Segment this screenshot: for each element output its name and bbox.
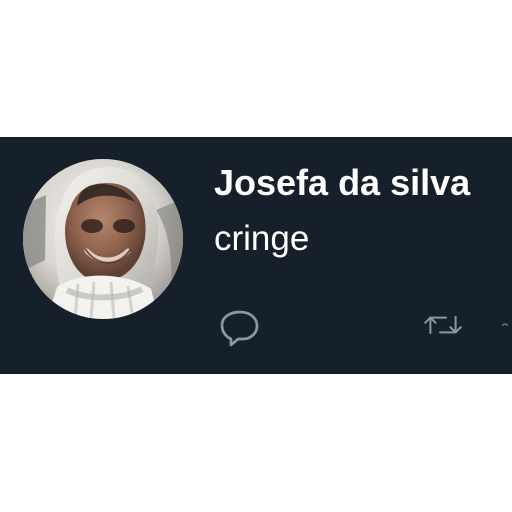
profile-photo-icon: [23, 159, 183, 319]
heart-icon: [501, 323, 509, 326]
like-button-partial[interactable]: [501, 302, 512, 348]
reply-button[interactable]: [216, 302, 262, 348]
retweet-button[interactable]: [420, 302, 466, 348]
profile-avatar[interactable]: [23, 159, 183, 319]
tweet-card[interactable]: Josefa da silva cringe: [0, 137, 512, 374]
retweet-icon: [424, 315, 462, 335]
tweet-screenshot-page: Josefa da silva cringe: [0, 0, 512, 512]
display-name[interactable]: Josefa da silva: [214, 163, 470, 203]
tweet-text: cringe: [214, 219, 310, 258]
reply-icon: [220, 310, 259, 347]
